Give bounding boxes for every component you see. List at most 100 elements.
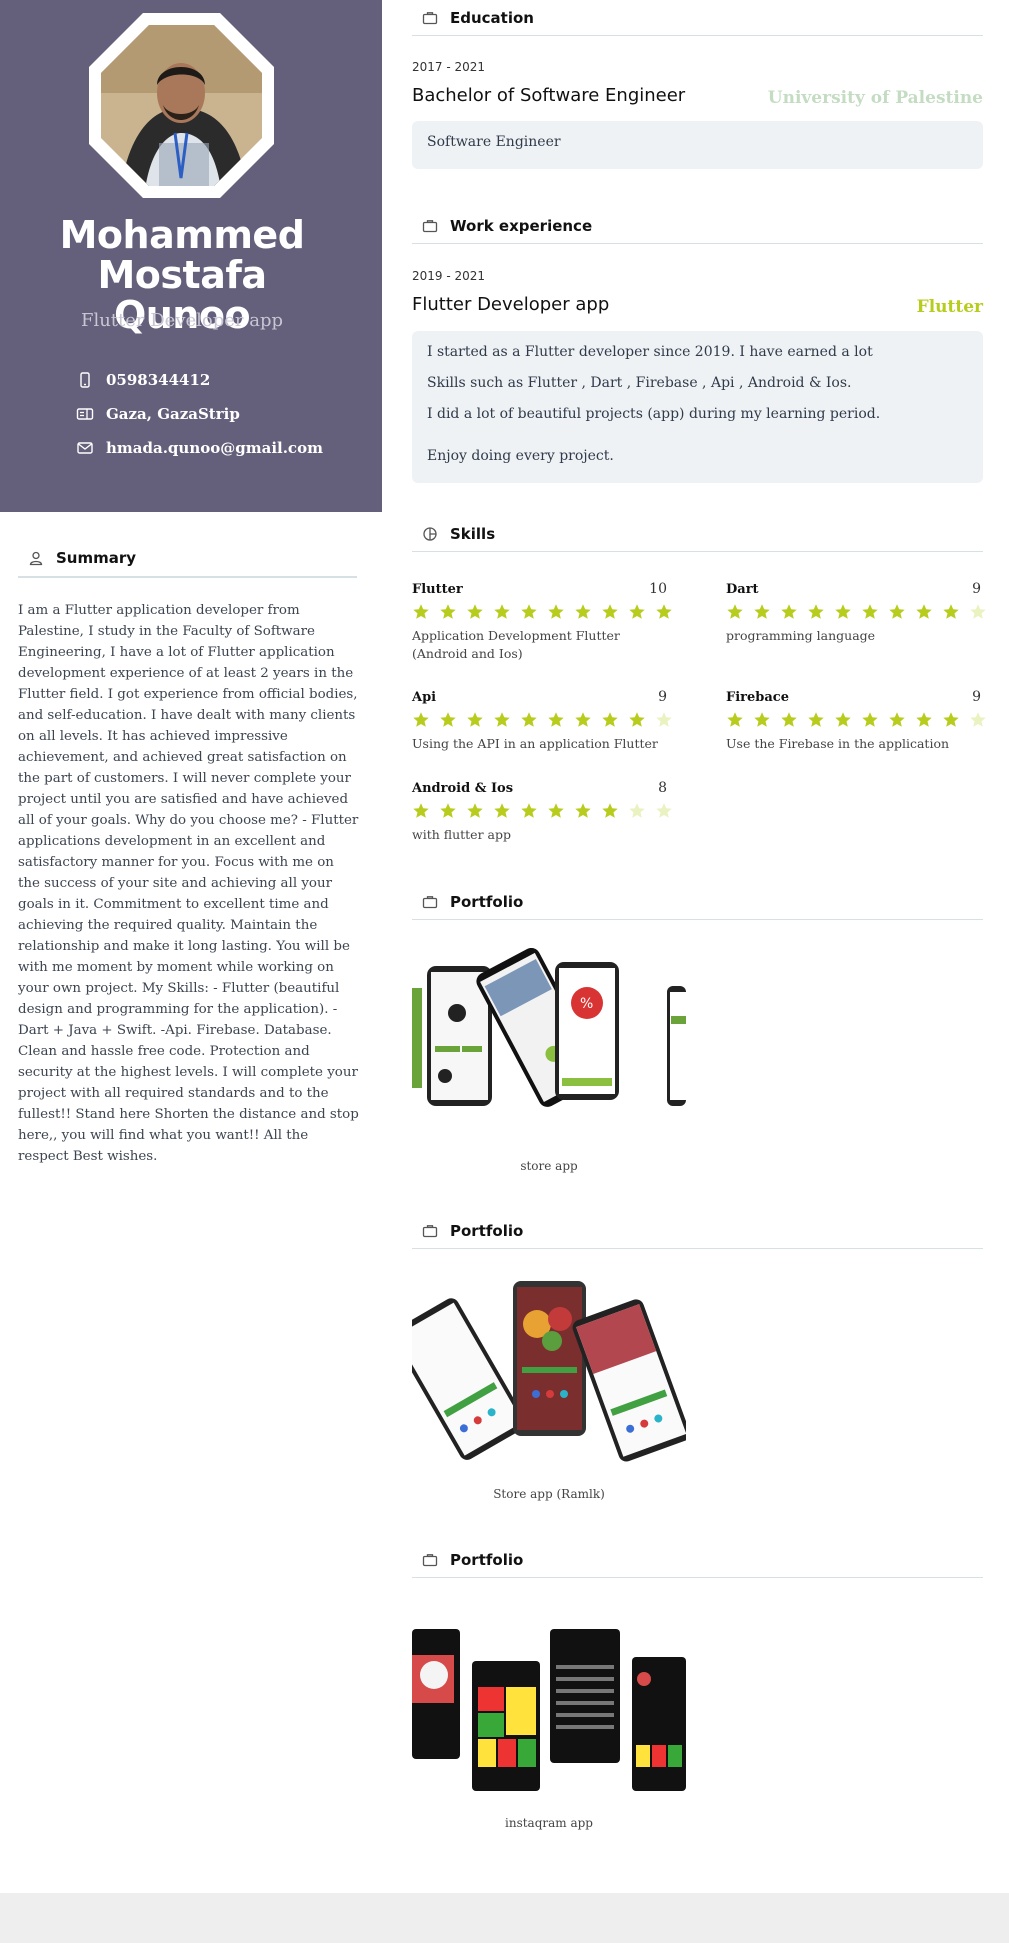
summary-header: Summary bbox=[18, 540, 357, 578]
skill-rating bbox=[412, 802, 672, 820]
page-footer bbox=[0, 1893, 1009, 1943]
work-line-3: I did a lot of beautiful projects (app) … bbox=[427, 406, 881, 422]
ramlk-app-mockup[interactable] bbox=[412, 1279, 686, 1483]
star-filled-icon bbox=[915, 711, 933, 729]
profile-name-line-1: Mohammed Mostafa bbox=[59, 213, 305, 297]
work-line-2: Skills such as Flutter , Dart , Firebase… bbox=[427, 375, 852, 391]
skill-description: with flutter app bbox=[412, 827, 511, 842]
skill-item: Flutter 10 Application Development Flutte… bbox=[412, 581, 672, 663]
work-header: Work experience bbox=[412, 208, 983, 244]
education-institution: University of Palestine bbox=[767, 88, 983, 108]
portfolio-title: Portfolio bbox=[450, 1550, 524, 1569]
star-filled-icon bbox=[861, 711, 879, 729]
education-description: Software Engineer bbox=[412, 121, 983, 169]
star-filled-icon bbox=[493, 603, 511, 621]
star-filled-icon bbox=[574, 711, 592, 729]
star-filled-icon bbox=[807, 711, 825, 729]
star-filled-icon bbox=[861, 603, 879, 621]
briefcase-icon bbox=[422, 1552, 438, 1568]
star-filled-icon bbox=[780, 603, 798, 621]
briefcase-icon bbox=[422, 10, 438, 26]
skill-level: 10 bbox=[649, 581, 667, 597]
portfolio-caption: instaqram app bbox=[505, 1816, 593, 1830]
portfolio-header: Portfolio bbox=[412, 1542, 983, 1578]
star-filled-icon bbox=[726, 603, 744, 621]
portfolio-caption: Store app (Ramlk) bbox=[493, 1487, 605, 1501]
star-filled-icon bbox=[520, 802, 538, 820]
skills-header: Skills bbox=[412, 516, 983, 552]
avatar bbox=[89, 13, 274, 198]
contact-email[interactable]: hmada.qunoo@gmail.com bbox=[76, 439, 323, 457]
portfolio-header: Portfolio bbox=[412, 884, 983, 920]
profile-role: Flutter Developer app bbox=[80, 310, 284, 331]
star-filled-icon bbox=[547, 802, 565, 820]
skill-name: Flutter bbox=[412, 582, 463, 597]
star-filled-icon bbox=[520, 603, 538, 621]
skill-level: 9 bbox=[972, 581, 981, 597]
star-filled-icon bbox=[439, 711, 457, 729]
phone-icon bbox=[76, 371, 94, 389]
star-filled-icon bbox=[942, 603, 960, 621]
star-filled-icon bbox=[780, 711, 798, 729]
skill-name: Api bbox=[412, 690, 437, 705]
star-filled-icon bbox=[466, 603, 484, 621]
star-empty-icon bbox=[969, 603, 987, 621]
skill-description: Application Development Flutter (Android… bbox=[412, 628, 620, 661]
user-icon bbox=[28, 550, 44, 566]
instagram-app-mockup[interactable] bbox=[412, 1625, 686, 1795]
star-filled-icon bbox=[753, 711, 771, 729]
address-card-icon bbox=[76, 405, 94, 423]
portfolio-caption: store app bbox=[520, 1159, 578, 1173]
work-title: Work experience bbox=[450, 216, 593, 235]
star-filled-icon bbox=[466, 711, 484, 729]
skill-rating bbox=[412, 711, 672, 729]
skill-name: Dart bbox=[726, 582, 759, 597]
star-filled-icon bbox=[520, 711, 538, 729]
star-filled-icon bbox=[493, 711, 511, 729]
svg-text:%: % bbox=[580, 996, 593, 1012]
phone-text: 0598344412 bbox=[106, 371, 211, 389]
star-filled-icon bbox=[915, 603, 933, 621]
store-app-mockup[interactable]: % bbox=[412, 948, 686, 1130]
star-filled-icon bbox=[466, 802, 484, 820]
star-filled-icon bbox=[439, 802, 457, 820]
star-filled-icon bbox=[439, 603, 457, 621]
skill-name: Android & Ios bbox=[412, 781, 514, 796]
star-filled-icon bbox=[834, 603, 852, 621]
skill-item: Firebace 9 Use the Firebase in the applic… bbox=[726, 689, 986, 753]
star-filled-icon bbox=[628, 603, 646, 621]
profile-header: Mohammed Mostafa Qunoo Flutter Developer… bbox=[0, 0, 382, 512]
contact-phone[interactable]: 0598344412 bbox=[76, 371, 210, 389]
work-company: Flutter bbox=[916, 297, 983, 317]
skill-level: 9 bbox=[658, 689, 667, 705]
skill-rating bbox=[412, 603, 672, 621]
education-description-text: Software Engineer bbox=[427, 134, 561, 150]
star-filled-icon bbox=[834, 711, 852, 729]
star-filled-icon bbox=[547, 711, 565, 729]
briefcase-icon bbox=[422, 894, 438, 910]
star-filled-icon bbox=[888, 603, 906, 621]
education-period: 2017 - 2021 bbox=[412, 60, 486, 74]
skill-description: Using the API in an application Flutter bbox=[412, 736, 658, 751]
star-filled-icon bbox=[493, 802, 511, 820]
star-empty-icon bbox=[628, 802, 646, 820]
work-line-1: I started as a Flutter developer since 2… bbox=[427, 344, 873, 360]
pie-chart-icon bbox=[422, 526, 438, 542]
star-filled-icon bbox=[628, 711, 646, 729]
work-position: Flutter Developer app bbox=[412, 294, 610, 315]
skill-description: Use the Firebase in the application bbox=[726, 736, 950, 751]
star-filled-icon bbox=[547, 603, 565, 621]
star-empty-icon bbox=[655, 802, 673, 820]
contact-location[interactable]: Gaza, GazaStrip bbox=[76, 405, 240, 423]
summary-title: Summary bbox=[56, 549, 137, 567]
star-filled-icon bbox=[412, 711, 430, 729]
envelope-icon bbox=[76, 439, 94, 457]
skill-level: 9 bbox=[972, 689, 981, 705]
star-filled-icon bbox=[888, 711, 906, 729]
skill-item: Android & Ios 8 with flutter app bbox=[412, 780, 672, 844]
skill-level: 8 bbox=[658, 780, 667, 796]
star-filled-icon bbox=[574, 802, 592, 820]
star-filled-icon bbox=[726, 711, 744, 729]
work-period: 2019 - 2021 bbox=[412, 269, 486, 283]
skill-rating bbox=[726, 711, 986, 729]
